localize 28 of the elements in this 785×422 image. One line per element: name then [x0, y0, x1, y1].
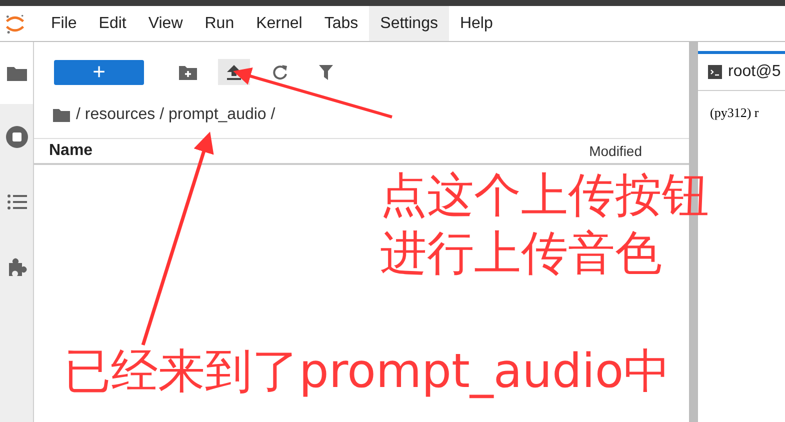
stop-icon[interactable] [6, 126, 28, 148]
menu-item[interactable]: Tabs [313, 6, 370, 41]
new-folder-icon[interactable] [179, 64, 197, 80]
breadcrumb-path[interactable]: / resources / prompt_audio / [76, 106, 276, 124]
annotation-text: 点这个上传按钮 [380, 170, 709, 222]
terminal-tab[interactable]: root@5 [698, 51, 785, 90]
new-launcher-button[interactable]: + [54, 60, 144, 84]
terminal-icon [708, 65, 722, 79]
folder-icon[interactable] [6, 65, 26, 81]
menu-item[interactable]: View [137, 6, 194, 41]
folder-icon[interactable] [53, 108, 70, 122]
tab-label: root@5 [728, 63, 781, 81]
puzzle-icon[interactable] [6, 256, 26, 276]
annotation-text: 已经来到了prompt_audio中 [64, 346, 671, 398]
menu-item[interactable]: Kernel [245, 6, 314, 41]
menu-item[interactable]: Run [194, 6, 246, 41]
menu-item[interactable]: Settings [369, 6, 449, 41]
filter-icon[interactable] [319, 64, 333, 80]
menu-item[interactable]: File [40, 6, 88, 41]
annotation-text: 进行上传音色 [380, 228, 662, 280]
refresh-icon[interactable] [272, 64, 288, 80]
menu-item[interactable]: Edit [88, 6, 138, 41]
list-icon[interactable] [6, 194, 26, 210]
upload-icon[interactable] [227, 64, 241, 80]
column-header[interactable]: Name [34, 142, 93, 160]
terminal-line: (py312) r [710, 105, 759, 120]
column-header[interactable]: Modified [589, 143, 642, 159]
menu-item[interactable]: Help [448, 6, 504, 41]
